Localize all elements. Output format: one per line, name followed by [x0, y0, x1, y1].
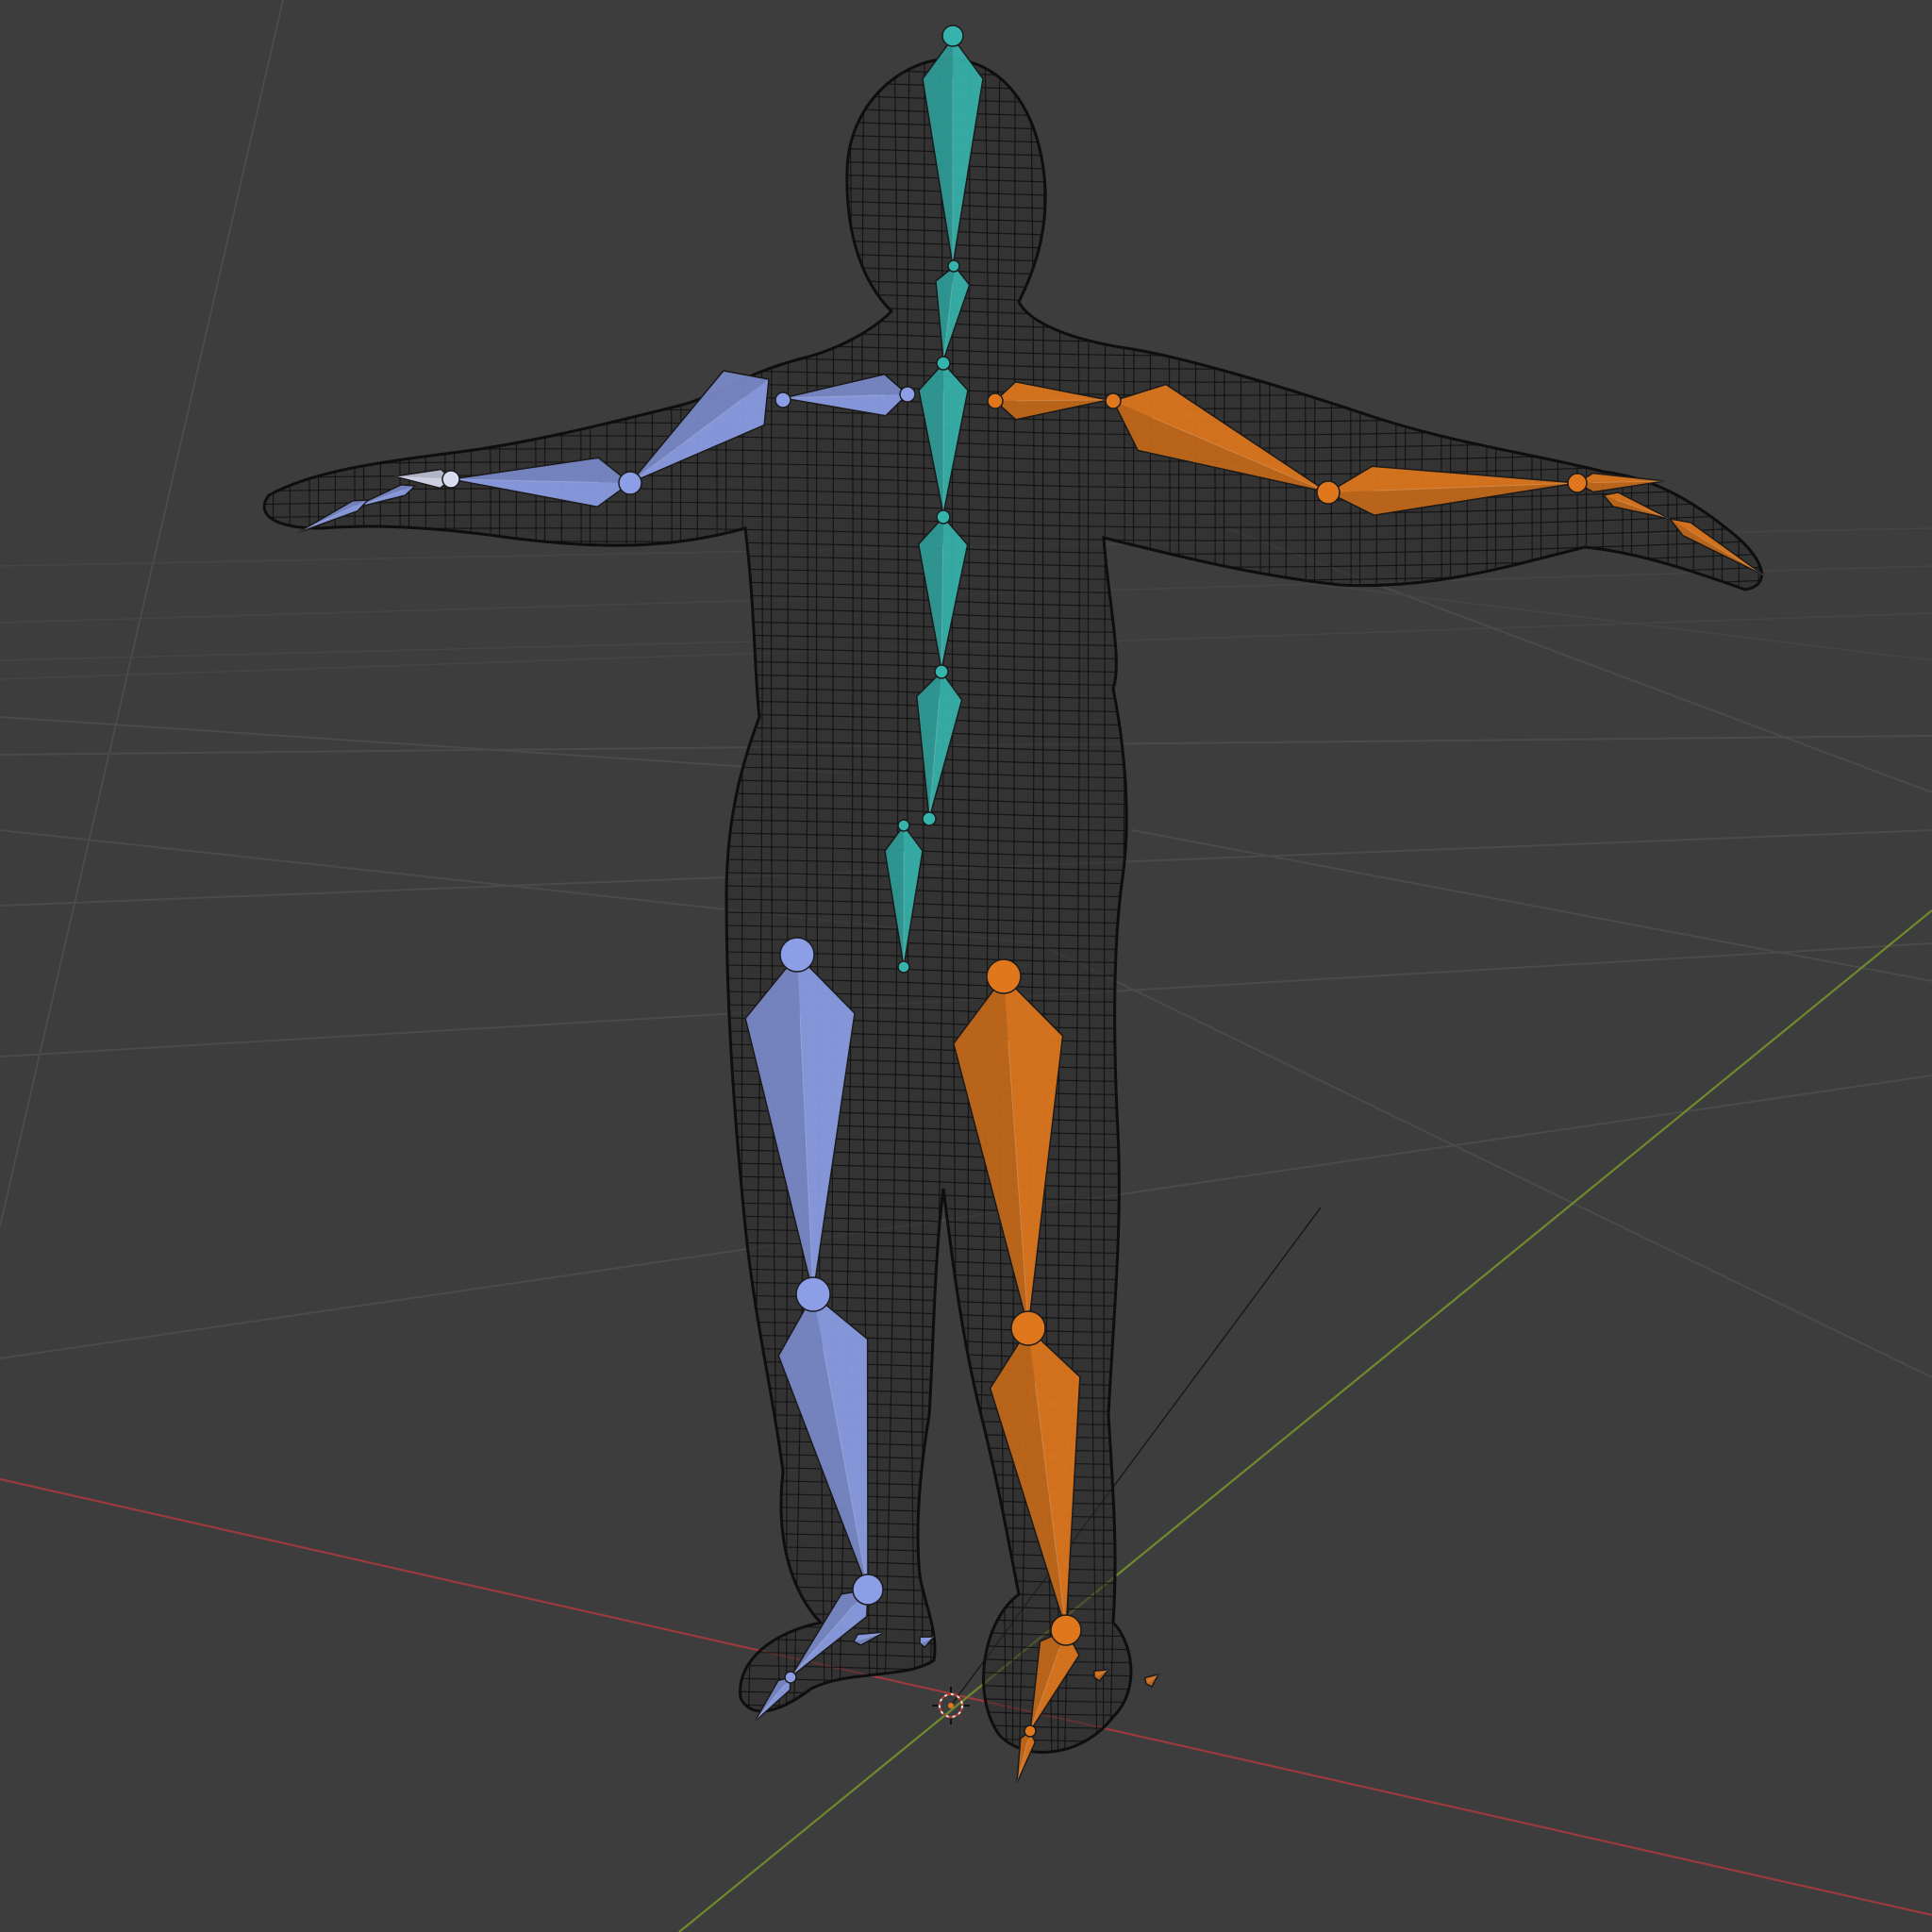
bone-joint-upperarm-l[interactable] [774, 391, 791, 408]
bone-joint-knee-r[interactable] [1010, 1310, 1046, 1346]
bone-joint-hips-tail[interactable] [897, 960, 910, 974]
bone-joint-elbow-l[interactable] [618, 471, 642, 495]
grid-line [0, 716, 850, 774]
bone-joint-spine-2[interactable] [936, 509, 951, 525]
bone-joint-hips-top[interactable] [922, 811, 937, 826]
bone-joint-hip-l[interactable] [779, 937, 815, 973]
grid-line [1131, 829, 1932, 982]
viewport-scene[interactable] [0, 0, 1932, 1932]
3d-viewport[interactable] [0, 0, 1932, 1932]
grid-line [1320, 584, 1932, 661]
bone-joint-neck[interactable] [947, 259, 960, 273]
bone-joint-toe-r[interactable] [1024, 1724, 1037, 1738]
bone-joint-head-tip[interactable] [941, 25, 964, 47]
3d-cursor-icon[interactable] [932, 1687, 970, 1724]
bone-joint-upperarm-r[interactable] [1105, 392, 1122, 409]
bone-joint-elbow-r[interactable] [1316, 480, 1341, 505]
bone-joint-shoulder-r[interactable] [987, 392, 1004, 409]
grid-line [1037, 942, 1932, 1378]
bone-joint-ankle-r[interactable] [1050, 1614, 1082, 1646]
bone-joint-wrist-r[interactable] [1567, 473, 1588, 493]
bone-joint-spine-1[interactable] [934, 664, 949, 679]
bone-joint-shoulder-l[interactable] [899, 386, 916, 403]
bone-joint-spine-3[interactable] [936, 356, 951, 371]
bone-joint-hips[interactable] [897, 819, 910, 832]
character-mesh[interactable] [189, 38, 1792, 1792]
bone-joint-hip-r[interactable] [986, 958, 1022, 994]
bone-joint-toe-l[interactable] [784, 1671, 797, 1684]
bone-joint-wrist-l[interactable] [441, 470, 460, 489]
bone-joint-knee-l[interactable] [795, 1276, 831, 1312]
bone-joint-ankle-l[interactable] [852, 1574, 884, 1606]
